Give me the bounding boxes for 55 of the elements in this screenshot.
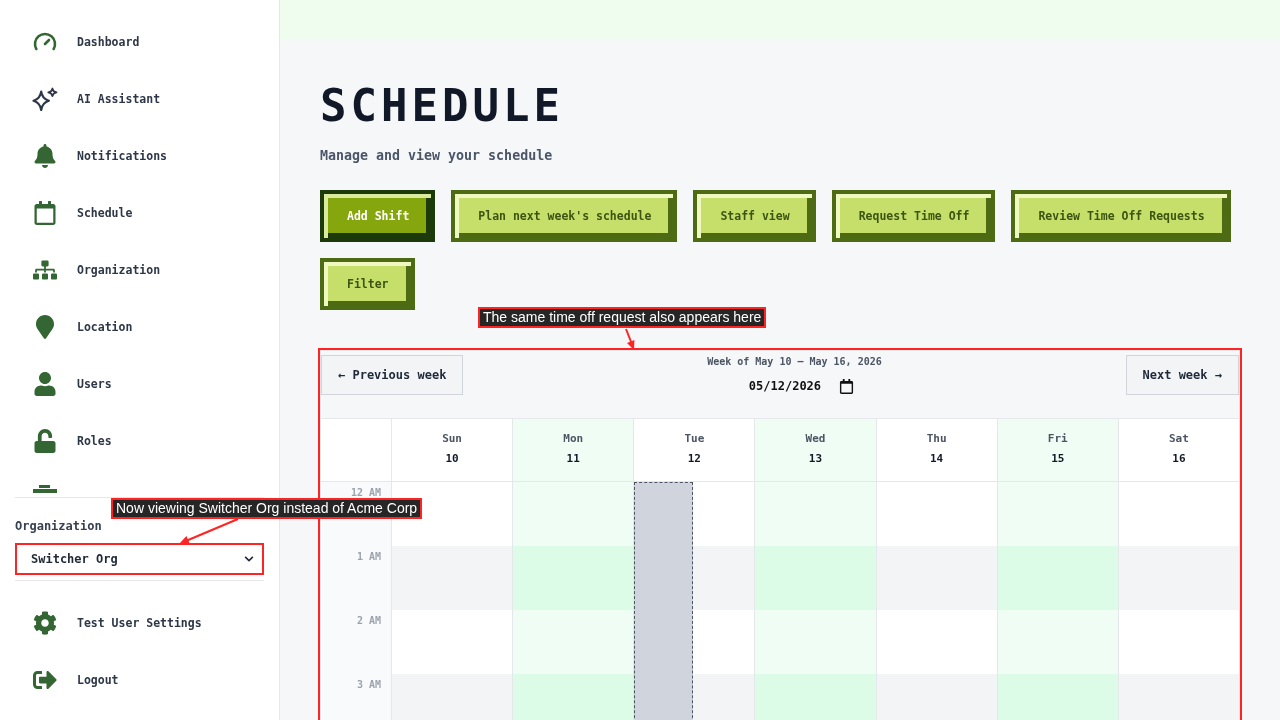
- nav-link[interactable]: Schedule: [0, 184, 279, 241]
- partial-icon: [33, 485, 57, 493]
- chevron-icon: [244, 554, 254, 564]
- nav-link[interactable]: Logout: [0, 651, 279, 708]
- day-number: 16: [1172, 452, 1186, 466]
- day-number: 10: [445, 452, 459, 466]
- calendar-icon: [839, 378, 855, 394]
- nav-link[interactable]: Test User Settings: [0, 594, 279, 651]
- time-off-block[interactable]: [634, 482, 694, 720]
- day-name: Sat: [1169, 432, 1189, 446]
- day-name: Mon: [563, 432, 584, 446]
- nav-link[interactable]: Notifications: [0, 127, 279, 184]
- day-number: 11: [566, 452, 580, 466]
- day-name: Tue: [684, 432, 705, 446]
- nav-link[interactable]: Roles: [0, 412, 279, 469]
- page-subtitle: Manage and view your schedule: [320, 147, 553, 165]
- bell-icon: [33, 143, 57, 168]
- date-field[interactable]: 05/12/2026: [734, 376, 855, 396]
- unlocked-padlock-icon: [33, 428, 57, 453]
- user-icon: [33, 371, 57, 396]
- nav-link[interactable]: Users: [0, 355, 279, 412]
- action-button[interactable]: Review Time Off Requests: [1011, 190, 1231, 242]
- calendar-icon: [33, 200, 57, 225]
- sparkle-icon: [31, 86, 59, 111]
- day-number: 15: [1051, 452, 1065, 466]
- action-button[interactable]: Filter: [320, 258, 415, 310]
- action-button[interactable]: Staff view: [693, 190, 816, 242]
- next-week-button[interactable]: Next week →: [1125, 355, 1239, 395]
- day-name: Sun: [442, 432, 462, 446]
- day-number: 14: [930, 452, 944, 466]
- week-range-label: Week of May 10 – May 16, 2026: [707, 355, 882, 369]
- annotation-callout: Now viewing Switcher Org instead of Acme Corp: [111, 498, 423, 519]
- previous-week-button[interactable]: ← Previous week: [321, 355, 464, 395]
- hour-label: 3 AM: [356, 679, 381, 691]
- org-chart-icon: [33, 257, 57, 282]
- organization-select[interactable]: Switcher Org: [15, 543, 264, 575]
- organization-label: Organization: [15, 518, 102, 534]
- day-number: 12: [687, 452, 701, 466]
- hour-label: 1 AM: [356, 551, 381, 563]
- hour-label: 2 AM: [356, 615, 381, 627]
- nav-link[interactable]: Location: [0, 298, 279, 355]
- day-name: Thu: [926, 432, 947, 446]
- action-button[interactable]: Request Time Off: [831, 190, 996, 242]
- day-name: Wed: [805, 432, 826, 446]
- annotation-callout: The same time off request also appears here: [478, 307, 767, 328]
- day-number: 13: [808, 452, 823, 466]
- map-pin-icon: [33, 314, 57, 339]
- nav-link[interactable]: Dashboard: [0, 13, 279, 70]
- settings-icon: [33, 610, 57, 635]
- action-button[interactable]: Plan next week's schedule: [451, 190, 678, 242]
- nav-link[interactable]: AI Assistant: [0, 70, 279, 127]
- day-name: Fri: [1047, 432, 1068, 446]
- nav-link[interactable]: Organization: [0, 241, 279, 298]
- hour-label: 12 AM: [350, 487, 381, 499]
- page-title: SCHEDULE: [320, 84, 564, 128]
